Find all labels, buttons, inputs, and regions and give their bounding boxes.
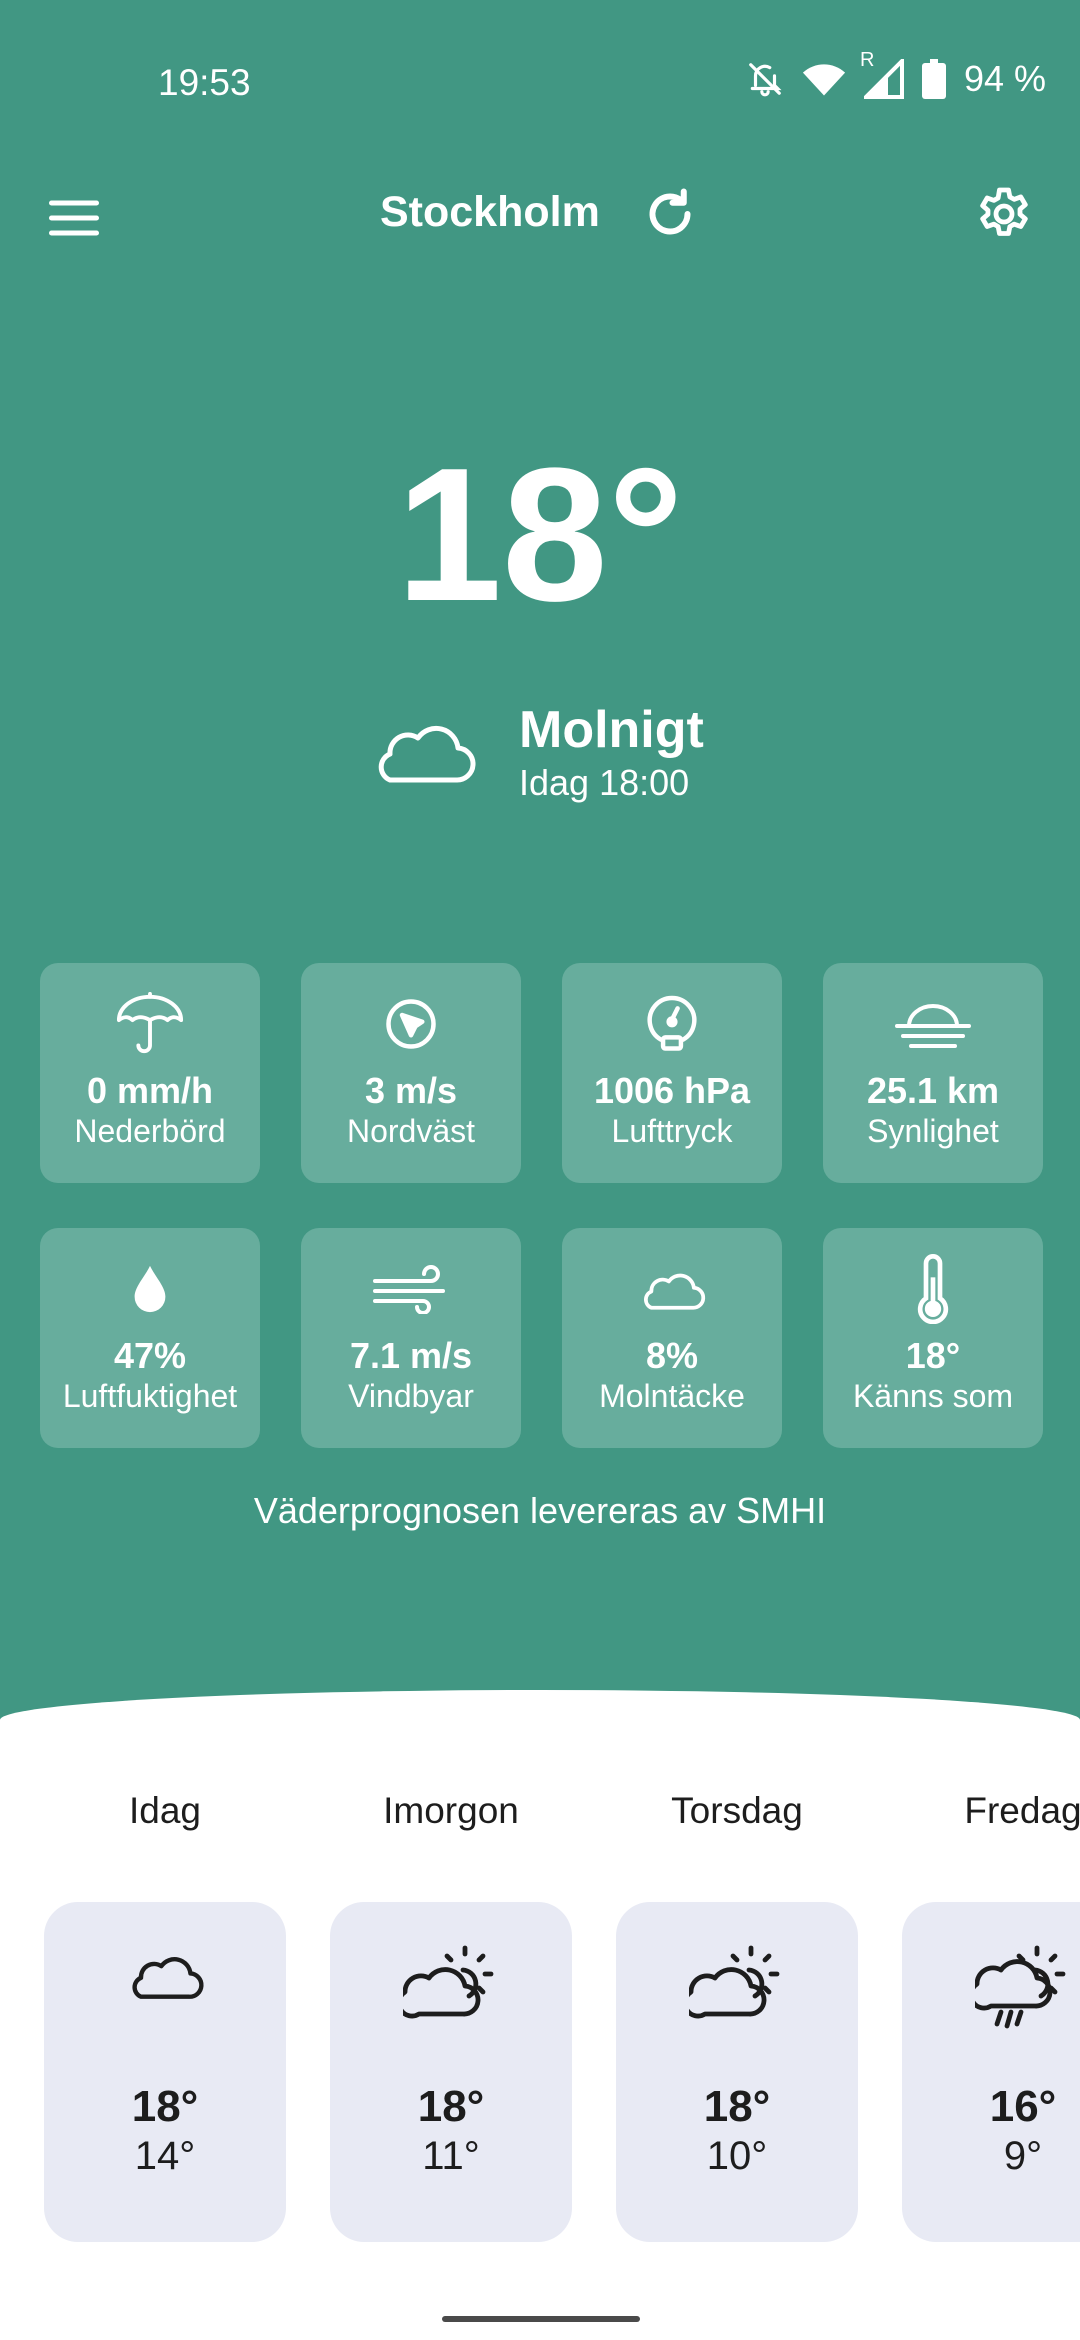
tile-label: Vindbyar <box>348 1378 474 1414</box>
droplet-icon <box>134 1265 166 1313</box>
tile-label: Nederbörd <box>74 1113 226 1149</box>
tile-label: Synlighet <box>867 1113 999 1149</box>
tile-label: Luftfuktighet <box>62 1378 238 1414</box>
roaming-label: R <box>859 49 875 71</box>
tile-value: 25.1 km <box>866 1070 1000 1111</box>
partly-cloudy-icon <box>403 1945 494 2019</box>
tile-value: 47% <box>113 1335 187 1376</box>
day-card[interactable]: 18° 11° <box>330 1902 572 2242</box>
cloud-icon <box>644 1273 706 1310</box>
detail-tiles: 0 mm/h Nederbörd 3 m/s Nordväst 1006 hPa… <box>40 963 1043 1448</box>
day-card[interactable]: 18° 10° <box>616 1902 858 2242</box>
tile-humidity: 47% Luftfuktighet <box>40 1228 260 1448</box>
tile-value: 18° <box>905 1335 961 1376</box>
tile-value: 3 m/s <box>364 1070 458 1111</box>
wind-direction-icon <box>386 999 436 1049</box>
refresh-icon[interactable] <box>640 184 700 244</box>
partly-cloudy-icon <box>689 1945 780 2019</box>
tile-pressure: 1006 hPa Lufttryck <box>562 963 782 1183</box>
day-name: Fredag <box>964 1790 1080 1831</box>
day-card[interactable]: 16° 9° <box>902 1902 1080 2242</box>
day-name: Imorgon <box>383 1790 519 1831</box>
day-card[interactable]: 18° 14° <box>44 1902 286 2242</box>
smhi-credit[interactable]: Väderprognosen levereras av SMHI <box>0 1490 1080 1532</box>
tile-visibility: 25.1 km Synlighet <box>823 963 1043 1183</box>
tile-label: Nordväst <box>346 1113 476 1149</box>
cloud-icon <box>132 1957 204 1999</box>
day-high: 18° <box>417 2082 485 2131</box>
tile-value: 0 mm/h <box>86 1070 214 1111</box>
menu-icon[interactable] <box>44 188 104 248</box>
day-low: 10° <box>706 2134 768 2178</box>
city-title[interactable]: Stockholm <box>380 188 600 237</box>
tile-label: Molntäcke <box>599 1378 745 1414</box>
day-high: 16° <box>989 2082 1057 2131</box>
tile-gusts: 7.1 m/s Vindbyar <box>301 1228 521 1448</box>
tile-cloud-cover: 8% Molntäcke <box>562 1228 782 1448</box>
forecast-sheet: Idag 18° 14° Imorgon 18° 11° Torsdag 18°… <box>0 1690 1080 2340</box>
bell-off-icon <box>749 63 782 97</box>
status-time: 19:53 <box>158 62 251 103</box>
umbrella-icon <box>116 992 184 1054</box>
tile-feels-like: 18° Känns som <box>823 1228 1043 1448</box>
settings-icon[interactable] <box>972 182 1036 246</box>
condition-time: Idag 18:00 <box>519 762 690 803</box>
wifi-icon <box>802 64 846 96</box>
battery-icon <box>921 59 946 99</box>
tile-precipitation: 0 mm/h Nederbörd <box>40 963 260 1183</box>
gesture-nav-handle[interactable] <box>442 2316 640 2322</box>
tile-value: 7.1 m/s <box>349 1335 473 1376</box>
tile-label: Lufttryck <box>611 1113 733 1149</box>
tile-wind-direction: 3 m/s Nordväst <box>301 963 521 1183</box>
day-low: 9° <box>1003 2134 1043 2178</box>
day-name: Idag <box>128 1790 201 1831</box>
cell-signal: R <box>860 49 904 99</box>
current-temperature: 18° <box>396 429 684 641</box>
day-name: Torsdag <box>671 1790 803 1831</box>
day-low: 11° <box>422 2134 480 2178</box>
wind-icon <box>373 1265 445 1314</box>
day-high: 18° <box>131 2082 199 2131</box>
day-low: 14° <box>134 2134 196 2178</box>
day-high: 18° <box>703 2082 771 2131</box>
app-bar: Stockholm <box>0 170 1080 260</box>
fog-icon <box>895 1004 971 1048</box>
cloud-icon <box>378 726 476 783</box>
sun-cloud-rain-icon <box>975 1945 1066 2029</box>
gauge-icon <box>647 995 697 1051</box>
tile-value: 1006 hPa <box>593 1070 751 1111</box>
tile-label: Känns som <box>852 1378 1014 1414</box>
condition-title: Molnigt <box>519 701 704 759</box>
status-bar: 19:53 R 94 % <box>0 0 1080 170</box>
status-icons: R 94 % <box>746 49 1046 100</box>
battery-percent: 94 % <box>963 58 1046 99</box>
tile-value: 8% <box>645 1335 699 1376</box>
thermometer-icon <box>917 1254 949 1324</box>
